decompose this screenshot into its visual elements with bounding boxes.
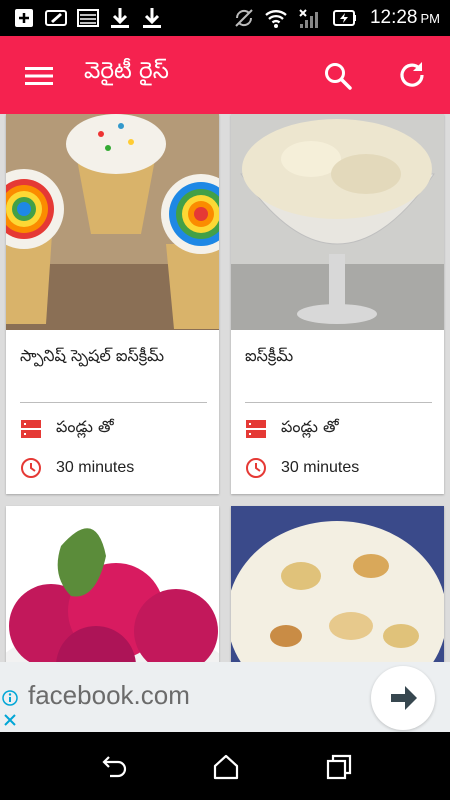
clock-icon bbox=[21, 458, 41, 478]
recipe-grid: స్పానిష్ స్పెషల్ ఐస్‌క్రీమ్ పండ్లు తో 30… bbox=[0, 114, 450, 662]
recents-icon[interactable] bbox=[324, 752, 354, 782]
recipe-title: ఐస్‌క్రీమ్ bbox=[245, 346, 294, 365]
add-box-icon bbox=[15, 9, 33, 27]
category-icon bbox=[246, 419, 266, 438]
download-icon bbox=[143, 8, 161, 28]
signal-icon bbox=[299, 9, 318, 28]
wifi-icon bbox=[265, 10, 287, 28]
search-icon[interactable] bbox=[322, 60, 354, 92]
back-icon[interactable] bbox=[98, 752, 128, 782]
recipe-category: పండ్లు తో bbox=[20, 417, 114, 440]
edit-icon bbox=[45, 10, 67, 26]
battery-charging-icon bbox=[332, 10, 356, 26]
arrow-right-icon bbox=[391, 686, 417, 710]
system-icons: 12:28 PM bbox=[232, 6, 440, 30]
clock-ampm: PM bbox=[420, 11, 441, 26]
recipe-image bbox=[6, 506, 219, 662]
page-title: వెరైటీ రైస్ bbox=[84, 58, 169, 84]
home-icon[interactable] bbox=[211, 752, 241, 782]
category-label: పండ్లు తో bbox=[56, 417, 114, 436]
clock-icon bbox=[246, 458, 266, 478]
category-icon bbox=[21, 419, 41, 438]
recipe-title: స్పానిష్ స్పెషల్ ఐస్‌క్రీమ్ bbox=[20, 346, 165, 365]
close-icon[interactable] bbox=[2, 712, 18, 728]
divider bbox=[20, 402, 207, 403]
recipe-image bbox=[231, 114, 444, 330]
recipe-category: పండ్లు తో bbox=[245, 417, 339, 440]
recipe-card[interactable]: స్పానిష్ స్పెషల్ ఐస్‌క్రీమ్ పండ్లు తో 30… bbox=[6, 114, 219, 494]
notification-icons bbox=[12, 6, 164, 30]
category-label: పండ్లు తో bbox=[281, 417, 339, 436]
app-bar: వెరైటీ రైస్ bbox=[0, 36, 450, 114]
status-bar: 12:28 PM bbox=[0, 0, 450, 36]
recipe-image bbox=[231, 506, 444, 662]
download-icon bbox=[111, 8, 129, 28]
ad-text[interactable]: facebook.com bbox=[28, 680, 190, 711]
clock-time: 12:28 bbox=[369, 7, 418, 28]
info-icon[interactable] bbox=[2, 690, 18, 706]
recipe-time: 30 minutes bbox=[245, 457, 359, 479]
recipe-card[interactable] bbox=[231, 506, 444, 662]
ad-action-button[interactable] bbox=[371, 666, 435, 730]
ad-banner[interactable]: facebook.com bbox=[0, 662, 450, 732]
time-label: 30 minutes bbox=[281, 459, 360, 476]
sync-disabled-icon bbox=[235, 9, 253, 27]
menu-icon[interactable] bbox=[24, 61, 54, 91]
navigation-bar bbox=[0, 732, 450, 800]
time-label: 30 minutes bbox=[56, 459, 135, 476]
refresh-icon[interactable] bbox=[395, 58, 429, 92]
image-icon bbox=[77, 9, 99, 27]
recipe-image bbox=[6, 114, 219, 330]
clock: 12:28 PM bbox=[370, 7, 440, 29]
recipe-card[interactable] bbox=[6, 506, 219, 662]
recipe-time: 30 minutes bbox=[20, 457, 134, 479]
recipe-card[interactable]: ఐస్‌క్రీమ్ పండ్లు తో 30 minutes bbox=[231, 114, 444, 494]
divider bbox=[245, 402, 432, 403]
